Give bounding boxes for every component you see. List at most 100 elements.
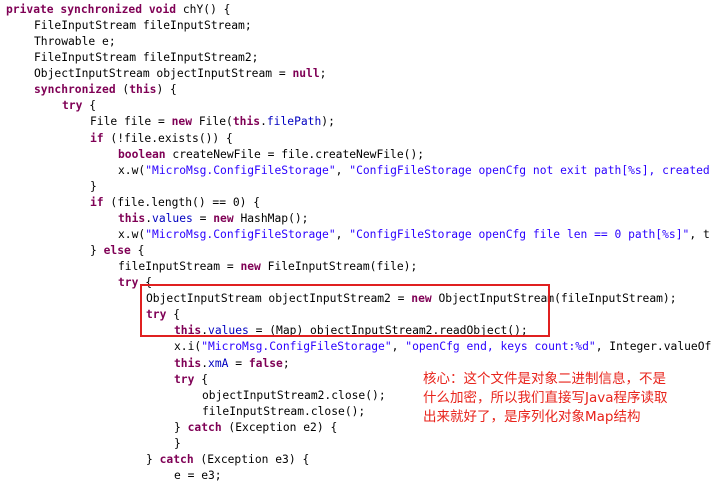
- code-line: try {: [174, 372, 208, 388]
- code-token: this: [129, 83, 157, 97]
- code-token: createNewFile = file.createNewFile();: [165, 147, 425, 161]
- code-line: if (file.length() == 0) {: [90, 195, 260, 211]
- code-token: "ConfigFileStorage openCfg not exit path…: [349, 163, 710, 177]
- code-token: values: [152, 211, 193, 225]
- code-token: (!file.exists()) {: [103, 131, 233, 145]
- code-token: FileInputStream fileInputStream;: [34, 19, 252, 33]
- code-token: Throwable e;: [34, 35, 116, 49]
- code-line: FileInputStream fileInputStream;: [34, 18, 252, 34]
- code-token: new: [240, 260, 261, 274]
- code-token: try: [174, 372, 195, 386]
- code-token: x.w(: [118, 163, 146, 177]
- code-token: , t: [689, 227, 710, 241]
- code-token: if: [90, 131, 104, 145]
- code-token: else: [103, 244, 131, 258]
- code-line: }: [90, 179, 97, 195]
- code-token: =: [192, 211, 214, 225]
- code-token: ;: [282, 356, 290, 370]
- code-line: Throwable e;: [34, 34, 116, 50]
- code-token: e = e3;: [174, 469, 222, 483]
- code-token: try: [62, 99, 83, 113]
- code-token: synchronized: [60, 3, 143, 16]
- code-token: );: [321, 115, 335, 129]
- code-token: "ConfigFileStorage openCfg file len == 0…: [349, 227, 690, 241]
- code-token: , Integer.valueOf: [595, 340, 712, 354]
- code-token: if: [90, 195, 104, 209]
- code-token: FileInputStream fileInputStream2;: [34, 51, 259, 65]
- code-line: private synchronized void chY() {: [6, 2, 231, 18]
- code-token: new: [213, 211, 234, 225]
- code-token: (Exception e2) {: [221, 420, 338, 434]
- code-token: {: [82, 99, 97, 113]
- code-line: } catch (Exception e2) {: [174, 420, 337, 436]
- code-line: if (!file.exists()) {: [90, 131, 233, 147]
- code-line: FileInputStream fileInputStream2;: [34, 50, 258, 66]
- code-token: ,: [391, 340, 406, 354]
- code-token: (file.length() == 0) {: [103, 195, 261, 209]
- code-token: ObjectInputStream objectInputStream =: [34, 67, 293, 81]
- code-token: x.w(: [118, 227, 146, 241]
- code-token: {: [194, 372, 209, 386]
- code-token: fileInputStream.close();: [202, 404, 366, 418]
- code-token: new: [171, 115, 193, 129]
- code-line: x.w("MicroMsg.ConfigFileStorage", "Confi…: [118, 227, 710, 243]
- code-token: fileInputStream =: [118, 260, 241, 274]
- code-line: this.xmA = false;: [174, 356, 290, 372]
- code-token: x.i(: [174, 340, 202, 354]
- code-token: ,: [335, 163, 350, 177]
- code-token: boolean: [118, 147, 166, 161]
- code-token: try: [118, 276, 139, 290]
- code-line: } catch (Exception e3) {: [146, 452, 309, 468]
- highlight-box: [140, 284, 550, 337]
- code-line: fileInputStream = new FileInputStream(fi…: [118, 259, 417, 275]
- code-line: this.values = new HashMap();: [118, 211, 308, 227]
- code-line: objectInputStream2.close();: [202, 388, 386, 404]
- code-token: xmA: [208, 356, 229, 370]
- code-token: filePath: [266, 115, 322, 129]
- code-token: false: [248, 356, 283, 370]
- code-token: ,: [335, 227, 350, 241]
- code-token: private: [6, 3, 54, 16]
- code-token: =: [228, 356, 249, 370]
- code-token: catch: [187, 420, 222, 434]
- annotation-note: 核心：这个文件是对象二进制信息，不是 什么加密，所以我们直接写Java程序读取 …: [423, 371, 668, 425]
- code-token: "MicroMsg.ConfigFileStorage": [145, 163, 336, 177]
- code-token: .: [201, 356, 209, 370]
- code-line: ObjectInputStream objectInputStream = nu…: [34, 66, 326, 82]
- code-line: x.w("MicroMsg.ConfigFileStorage", "Confi…: [118, 163, 710, 179]
- code-line: synchronized (this) {: [34, 82, 177, 98]
- code-token: "MicroMsg.ConfigFileStorage": [145, 227, 336, 241]
- code-token: .: [260, 115, 267, 129]
- code-token: objectInputStream2.close();: [202, 388, 386, 402]
- code-token: File file =: [90, 115, 172, 129]
- code-token: File(: [192, 115, 233, 129]
- code-line: fileInputStream.close();: [202, 404, 365, 420]
- code-line: try {: [62, 98, 96, 114]
- code-token: (Exception e3) {: [193, 452, 310, 466]
- code-line: e = e3;: [174, 468, 222, 484]
- code-token: this: [174, 356, 202, 370]
- code-token: (: [115, 83, 130, 97]
- code-line: boolean createNewFile = file.createNewFi…: [118, 147, 424, 163]
- code-token: }: [174, 436, 181, 450]
- code-line: }: [174, 436, 181, 452]
- code-token: .: [145, 211, 153, 225]
- code-token: void: [148, 3, 177, 16]
- code-token: ;: [319, 67, 327, 81]
- code-line: File file = new File(this.filePath);: [90, 114, 335, 130]
- code-token: }: [90, 244, 104, 258]
- code-token: FileInputStream(file);: [260, 260, 418, 274]
- code-token: catch: [159, 452, 194, 466]
- code-token: {: [130, 244, 145, 258]
- code-token: }: [174, 420, 188, 434]
- code-line: } else {: [90, 243, 144, 259]
- code-token: this: [232, 115, 261, 129]
- code-token: ) {: [156, 83, 177, 97]
- code-token: synchronized: [34, 83, 116, 97]
- code-token: }: [146, 452, 160, 466]
- code-token: chY() {: [176, 3, 231, 16]
- code-token: this: [118, 211, 146, 225]
- code-token: "MicroMsg.ConfigFileStorage": [201, 340, 392, 354]
- code-token: }: [90, 179, 97, 193]
